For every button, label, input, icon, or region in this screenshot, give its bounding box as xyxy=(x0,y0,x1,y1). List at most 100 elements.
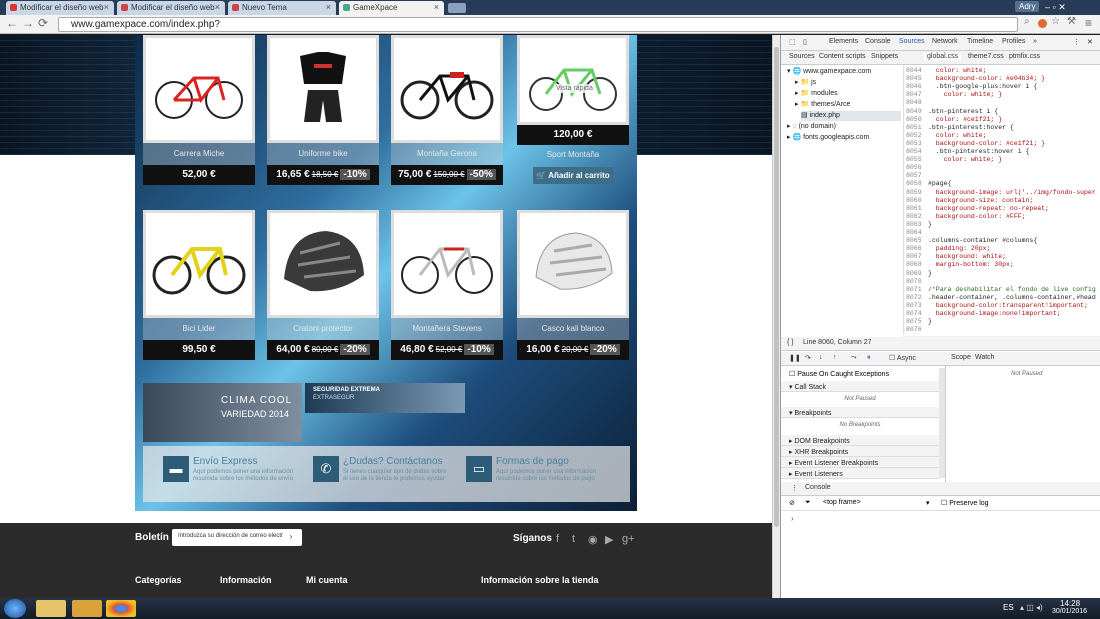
line-number[interactable]: 8044 xyxy=(906,67,928,74)
user-badge[interactable]: Adry xyxy=(1015,1,1040,12)
search-icon[interactable]: ⌕ xyxy=(1024,16,1030,27)
line-number[interactable]: 8065 xyxy=(906,237,928,244)
code-line[interactable]: 8057 xyxy=(906,172,928,180)
line-number[interactable]: 8074 xyxy=(906,310,928,317)
chrome-taskbar-icon[interactable] xyxy=(106,600,136,617)
product-card[interactable]: Montañera Stevens 46,80 €52,00 € -10% xyxy=(391,210,503,362)
tree-item-domain[interactable]: ▾ 🌐 www.gamexpace.com xyxy=(787,67,871,77)
tree-item-js[interactable]: ▸ 📁 js xyxy=(795,78,816,88)
product-name[interactable]: Carrera Miche xyxy=(143,143,255,165)
file-tab-global-css[interactable]: global.css xyxy=(924,53,962,60)
async-checkbox[interactable]: ☐ Async xyxy=(889,354,916,362)
close-icon[interactable]: × xyxy=(434,2,439,12)
section-xhr-breakpoints[interactable]: ▸ XHR Breakpoints xyxy=(781,446,939,457)
code-line[interactable]: 8070 xyxy=(906,278,928,286)
line-number[interactable]: 8069 xyxy=(906,270,928,277)
code-line[interactable]: 8061 background-repeat: no-repeat; xyxy=(906,205,1049,213)
device-icon[interactable]: ▯ xyxy=(803,38,807,46)
product-name[interactable]: Montañera Stevens xyxy=(391,318,503,340)
line-number[interactable]: 8049 xyxy=(906,108,928,115)
reload-icon[interactable]: ⟳ xyxy=(38,16,48,30)
tab-profiles[interactable]: Profiles xyxy=(1002,38,1025,45)
code-line[interactable]: 8051 .btn-pinterest:hover { xyxy=(906,124,1014,132)
tree-item-themes[interactable]: ▸ 📁 themes/Arce xyxy=(795,100,850,110)
back-icon[interactable]: ← xyxy=(6,16,18,30)
pause-icon[interactable]: ❚❚ xyxy=(789,354,801,362)
code-line[interactable]: 8056 xyxy=(906,164,928,172)
line-number[interactable]: 8063 xyxy=(906,221,928,228)
clear-console-icon[interactable]: ⊘ xyxy=(789,499,795,507)
service-shipping[interactable]: ▬ Envío Express Aquí podemos poner una i… xyxy=(143,456,303,492)
subtab-snippets[interactable]: Snippets xyxy=(871,53,898,60)
tab-scope[interactable]: Scope xyxy=(951,354,971,361)
more-options-icon[interactable]: ⋮ xyxy=(1073,38,1080,46)
product-name[interactable]: Bici Lider xyxy=(143,318,255,340)
file-tab-ptmfix-css[interactable]: ptmfix.css xyxy=(1009,53,1040,60)
product-card-hover[interactable]: Vista rápida 120,00 € Sport Montaña 🛒 Añ… xyxy=(517,35,629,187)
product-image-yellow-bike[interactable] xyxy=(143,210,255,318)
step-into-icon[interactable]: ↓ xyxy=(819,354,823,361)
product-card[interactable]: Casco kali blanco 16,00 €20,00 € -20% xyxy=(517,210,629,362)
line-number[interactable]: 8071 xyxy=(906,286,928,293)
code-line[interactable]: 8064 xyxy=(906,229,928,237)
code-line[interactable]: 8052 color: white; xyxy=(906,132,987,140)
window-controls[interactable]: – ▫ ✕ xyxy=(1045,2,1100,14)
code-line[interactable]: 8050 color: #ce1f21; } xyxy=(906,116,1002,124)
line-number[interactable]: 8060 xyxy=(906,197,928,204)
line-number[interactable]: 8062 xyxy=(906,213,928,220)
code-line[interactable]: 8076 xyxy=(906,326,928,334)
product-name[interactable]: Casco kali blanco xyxy=(517,318,629,340)
line-number[interactable]: 8056 xyxy=(906,164,928,171)
tree-item-modules[interactable]: ▸ 📁 modules xyxy=(795,89,838,99)
file-tab-theme7-css[interactable]: theme7.css xyxy=(968,53,1004,60)
subtab-content-scripts[interactable]: Content scripts xyxy=(819,53,866,60)
line-number[interactable]: 8064 xyxy=(906,229,928,236)
facebook-icon[interactable]: f xyxy=(556,533,559,545)
product-card[interactable]: Cratoni protector 64,00 €80,00 € -20% xyxy=(267,210,379,362)
explorer-taskbar-icon[interactable] xyxy=(36,600,66,617)
banner-seguridad[interactable]: SEGURIDAD EXTREMA EXTRASEGUR xyxy=(305,383,465,413)
newsletter-input[interactable]: Introduzca su dirección de correo electr xyxy=(172,529,302,546)
code-line[interactable]: 8066 padding: 20px; xyxy=(906,245,990,253)
line-number[interactable]: 8053 xyxy=(906,140,928,147)
extension-icon[interactable] xyxy=(1038,19,1047,28)
braces-icon[interactable]: { } xyxy=(787,339,794,346)
line-number[interactable]: 8055 xyxy=(906,156,928,163)
code-line[interactable]: 8046 .btn-google-plus:hover i { xyxy=(906,83,1037,91)
line-number[interactable]: 8066 xyxy=(906,245,928,252)
product-image-sport-bike[interactable]: Vista rápida xyxy=(517,35,629,125)
code-line[interactable]: 8074 background-image:none!important; xyxy=(906,310,1061,318)
tab-gmail[interactable]: Modificar el diseño web × xyxy=(6,1,114,15)
code-line[interactable]: 8045 background-color: #e04b34; } xyxy=(906,75,1045,83)
line-number[interactable]: 8057 xyxy=(906,172,928,179)
line-number[interactable]: 8070 xyxy=(906,278,928,285)
line-number[interactable]: 8047 xyxy=(906,91,928,98)
code-line[interactable]: 8075} xyxy=(906,318,932,326)
code-editor[interactable]: 8044 color: white; 8045 background-color:… xyxy=(903,65,1100,335)
code-line[interactable]: 8049 .btn-pinterest i { xyxy=(906,108,998,116)
line-number[interactable]: 8068 xyxy=(906,261,928,268)
code-line[interactable]: 8055 color: white; } xyxy=(906,156,1002,164)
tab-timeline[interactable]: Timeline xyxy=(967,38,993,45)
tray-icons[interactable]: ▴ ◫ ◂) xyxy=(1020,603,1043,612)
google-plus-icon[interactable]: g+ xyxy=(622,533,635,545)
code-line[interactable]: 8044 color: white; xyxy=(906,67,987,75)
code-line[interactable]: 8069} xyxy=(906,270,932,278)
line-number[interactable]: 8054 xyxy=(906,148,928,155)
line-number[interactable]: 8051 xyxy=(906,124,928,131)
line-number[interactable]: 8076 xyxy=(906,326,928,333)
code-line[interactable]: 8065 .columns-container #columns{ xyxy=(906,237,1037,245)
product-card[interactable]: Carrera Miche 52,00 € xyxy=(143,35,255,187)
line-number[interactable]: 8050 xyxy=(906,116,928,123)
code-line[interactable]: 8062 background-color: #FFF; xyxy=(906,213,1026,221)
line-number[interactable]: 8048 xyxy=(906,99,928,106)
service-contact[interactable]: ✆ ¿Dudas? Contáctanos Si tienes cualquie… xyxy=(293,456,453,492)
tab-sources[interactable]: Sources xyxy=(899,38,925,45)
twitter-icon[interactable]: t xyxy=(572,533,575,545)
pause-exceptions-option[interactable]: ☐ Pause On Caught Exceptions xyxy=(781,368,945,380)
url-input[interactable]: www.gamexpace.com/index.php? xyxy=(58,17,1018,32)
page-scrollbar[interactable] xyxy=(772,35,780,598)
step-over-icon[interactable]: ↷ xyxy=(805,354,811,362)
close-devtools-icon[interactable]: ✕ xyxy=(1087,38,1093,46)
code-line[interactable]: 8048 xyxy=(906,99,928,107)
